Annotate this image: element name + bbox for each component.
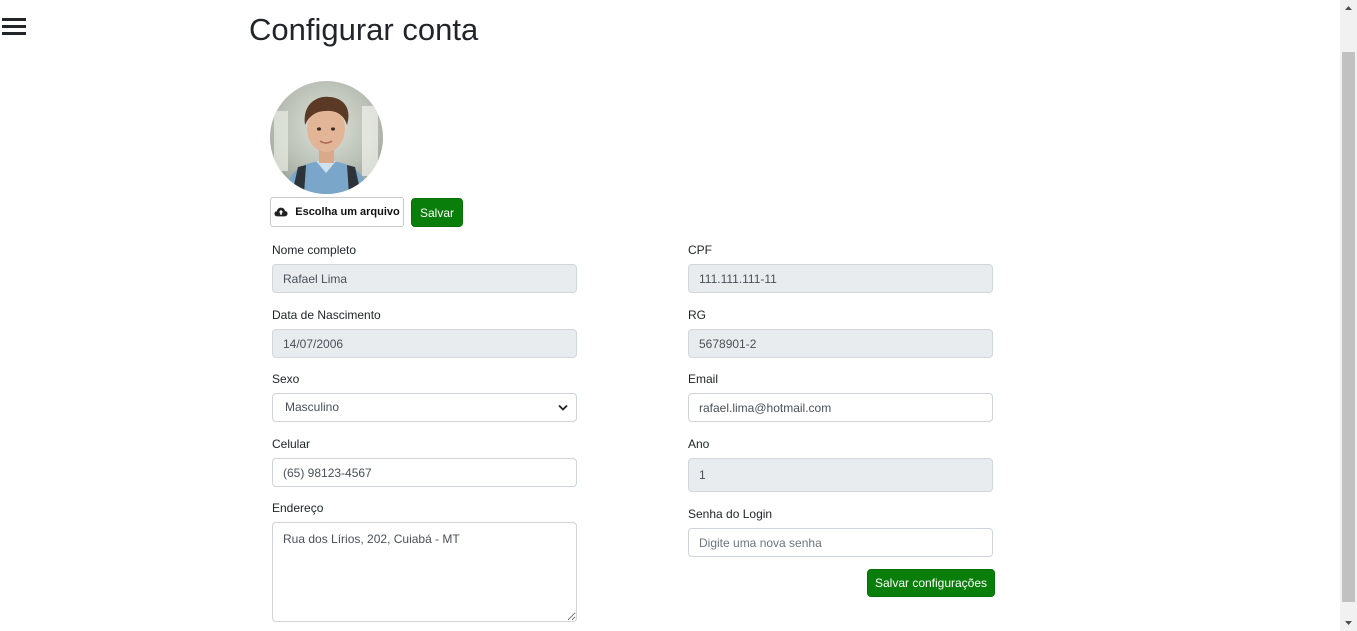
nome-label: Nome completo	[272, 243, 357, 257]
hamburger-menu-icon[interactable]	[2, 18, 26, 36]
senha-field[interactable]	[688, 528, 993, 557]
celular-label: Celular	[272, 437, 311, 451]
sexo-selected-value: Masculino	[285, 400, 340, 414]
email-field[interactable]	[688, 393, 993, 422]
save-settings-button[interactable]: Salvar configurações	[867, 569, 995, 597]
nome-field[interactable]	[272, 264, 577, 293]
endereco-field[interactable]: Rua dos Lírios, 202, Cuiabá - MT	[272, 522, 577, 622]
cloud-upload-icon	[274, 207, 288, 217]
ano-field[interactable]	[688, 458, 993, 492]
endereco-label: Endereço	[272, 501, 324, 515]
rg-label: RG	[688, 308, 706, 322]
page-title: Configurar conta	[249, 12, 479, 47]
choose-file-label: Escolha um arquivo	[295, 206, 400, 218]
sexo-select[interactable]: Masculino	[272, 393, 577, 422]
ano-label: Ano	[688, 437, 710, 451]
page-scrollbar[interactable]	[1340, 0, 1357, 631]
save-photo-button[interactable]: Salvar	[411, 198, 463, 227]
rg-field[interactable]	[688, 329, 993, 358]
profile-avatar	[270, 81, 383, 194]
sexo-label: Sexo	[272, 372, 300, 386]
cpf-field[interactable]	[688, 264, 993, 293]
choose-file-button[interactable]: Escolha um arquivo	[270, 197, 404, 227]
nascimento-label: Data de Nascimento	[272, 308, 381, 322]
nascimento-field[interactable]	[272, 329, 577, 358]
chevron-down-icon	[558, 404, 568, 411]
scrollbar-thumb[interactable]	[1342, 52, 1355, 602]
cpf-label: CPF	[688, 243, 712, 257]
scroll-down-arrow-icon[interactable]	[1340, 614, 1357, 631]
celular-field[interactable]	[272, 458, 577, 487]
senha-label: Senha do Login	[688, 507, 773, 521]
scroll-up-arrow-icon[interactable]	[1340, 0, 1357, 17]
email-label: Email	[688, 372, 719, 386]
